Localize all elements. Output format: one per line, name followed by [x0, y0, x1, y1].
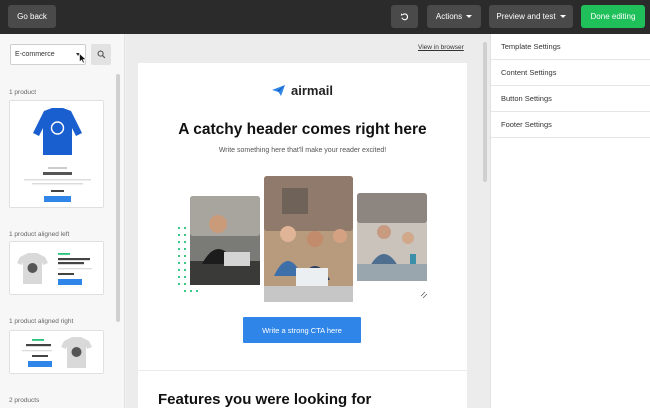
search-button[interactable] [91, 44, 111, 65]
section-label-1-product-aligned-left: 1 product aligned left [9, 231, 70, 238]
block-thumbnail-aligned-left[interactable] [9, 241, 104, 295]
template-blocks-panel: E-commerce 1 product 1 product aligned l… [0, 34, 125, 408]
email-headline[interactable]: A catchy header comes right here [138, 121, 467, 139]
cta-button[interactable]: Write a strong CTA here [243, 317, 361, 343]
footer-settings-item[interactable]: Footer Settings [491, 112, 650, 138]
left-panel-scrollbar[interactable] [116, 74, 120, 322]
paper-plane-icon [272, 85, 286, 96]
undo-button[interactable] [391, 5, 418, 28]
canvas-scrollbar[interactable] [483, 42, 487, 182]
preview-label: Preview and test [496, 12, 556, 21]
template-settings-item[interactable]: Template Settings [491, 34, 650, 60]
category-select[interactable]: E-commerce [10, 44, 86, 65]
section-label-1-product-aligned-right: 1 product aligned right [9, 318, 74, 325]
section-divider [138, 370, 467, 371]
button-settings-item[interactable]: Button Settings [491, 86, 650, 112]
cursor-icon [79, 53, 87, 64]
brand-logo: airmail [138, 83, 467, 98]
product-sweater-image [10, 101, 103, 207]
block-thumbnail-1-product[interactable] [9, 100, 104, 208]
done-label: Done editing [590, 12, 636, 21]
email-subline[interactable]: Write something here that'll make your r… [138, 147, 467, 154]
top-toolbar: Go back Actions Preview and test Done ed… [0, 0, 650, 34]
view-in-browser-link[interactable]: View in browser [418, 44, 464, 51]
block-thumbnail-aligned-right[interactable] [9, 330, 104, 374]
actions-dropdown-button[interactable]: Actions [427, 5, 481, 28]
settings-panel: Template Settings Content Settings Butto… [490, 34, 650, 408]
go-back-label: Go back [17, 12, 47, 21]
section-label-1-product: 1 product [9, 89, 37, 96]
chevron-down-icon [559, 15, 566, 18]
go-back-button[interactable]: Go back [8, 5, 56, 28]
email-preview[interactable]: airmail A catchy header comes right here… [138, 63, 467, 408]
product-tshirt-image [10, 242, 103, 294]
chevron-down-icon [466, 15, 473, 18]
search-icon [97, 50, 105, 59]
undo-icon [400, 13, 409, 21]
actions-label: Actions [435, 12, 463, 21]
email-canvas: View in browser airmail A catchy header … [126, 34, 490, 408]
done-editing-button[interactable]: Done editing [581, 5, 645, 28]
hero-collage-image[interactable] [174, 176, 428, 312]
category-select-value: E-commerce [15, 51, 55, 58]
features-heading[interactable]: Features you were looking for [158, 391, 371, 408]
content-settings-item[interactable]: Content Settings [491, 60, 650, 86]
preview-and-test-button[interactable]: Preview and test [489, 5, 573, 28]
section-label-2-products: 2 products [9, 397, 40, 404]
logo-text: airmail [291, 83, 333, 98]
product-tshirt-image [10, 331, 103, 373]
